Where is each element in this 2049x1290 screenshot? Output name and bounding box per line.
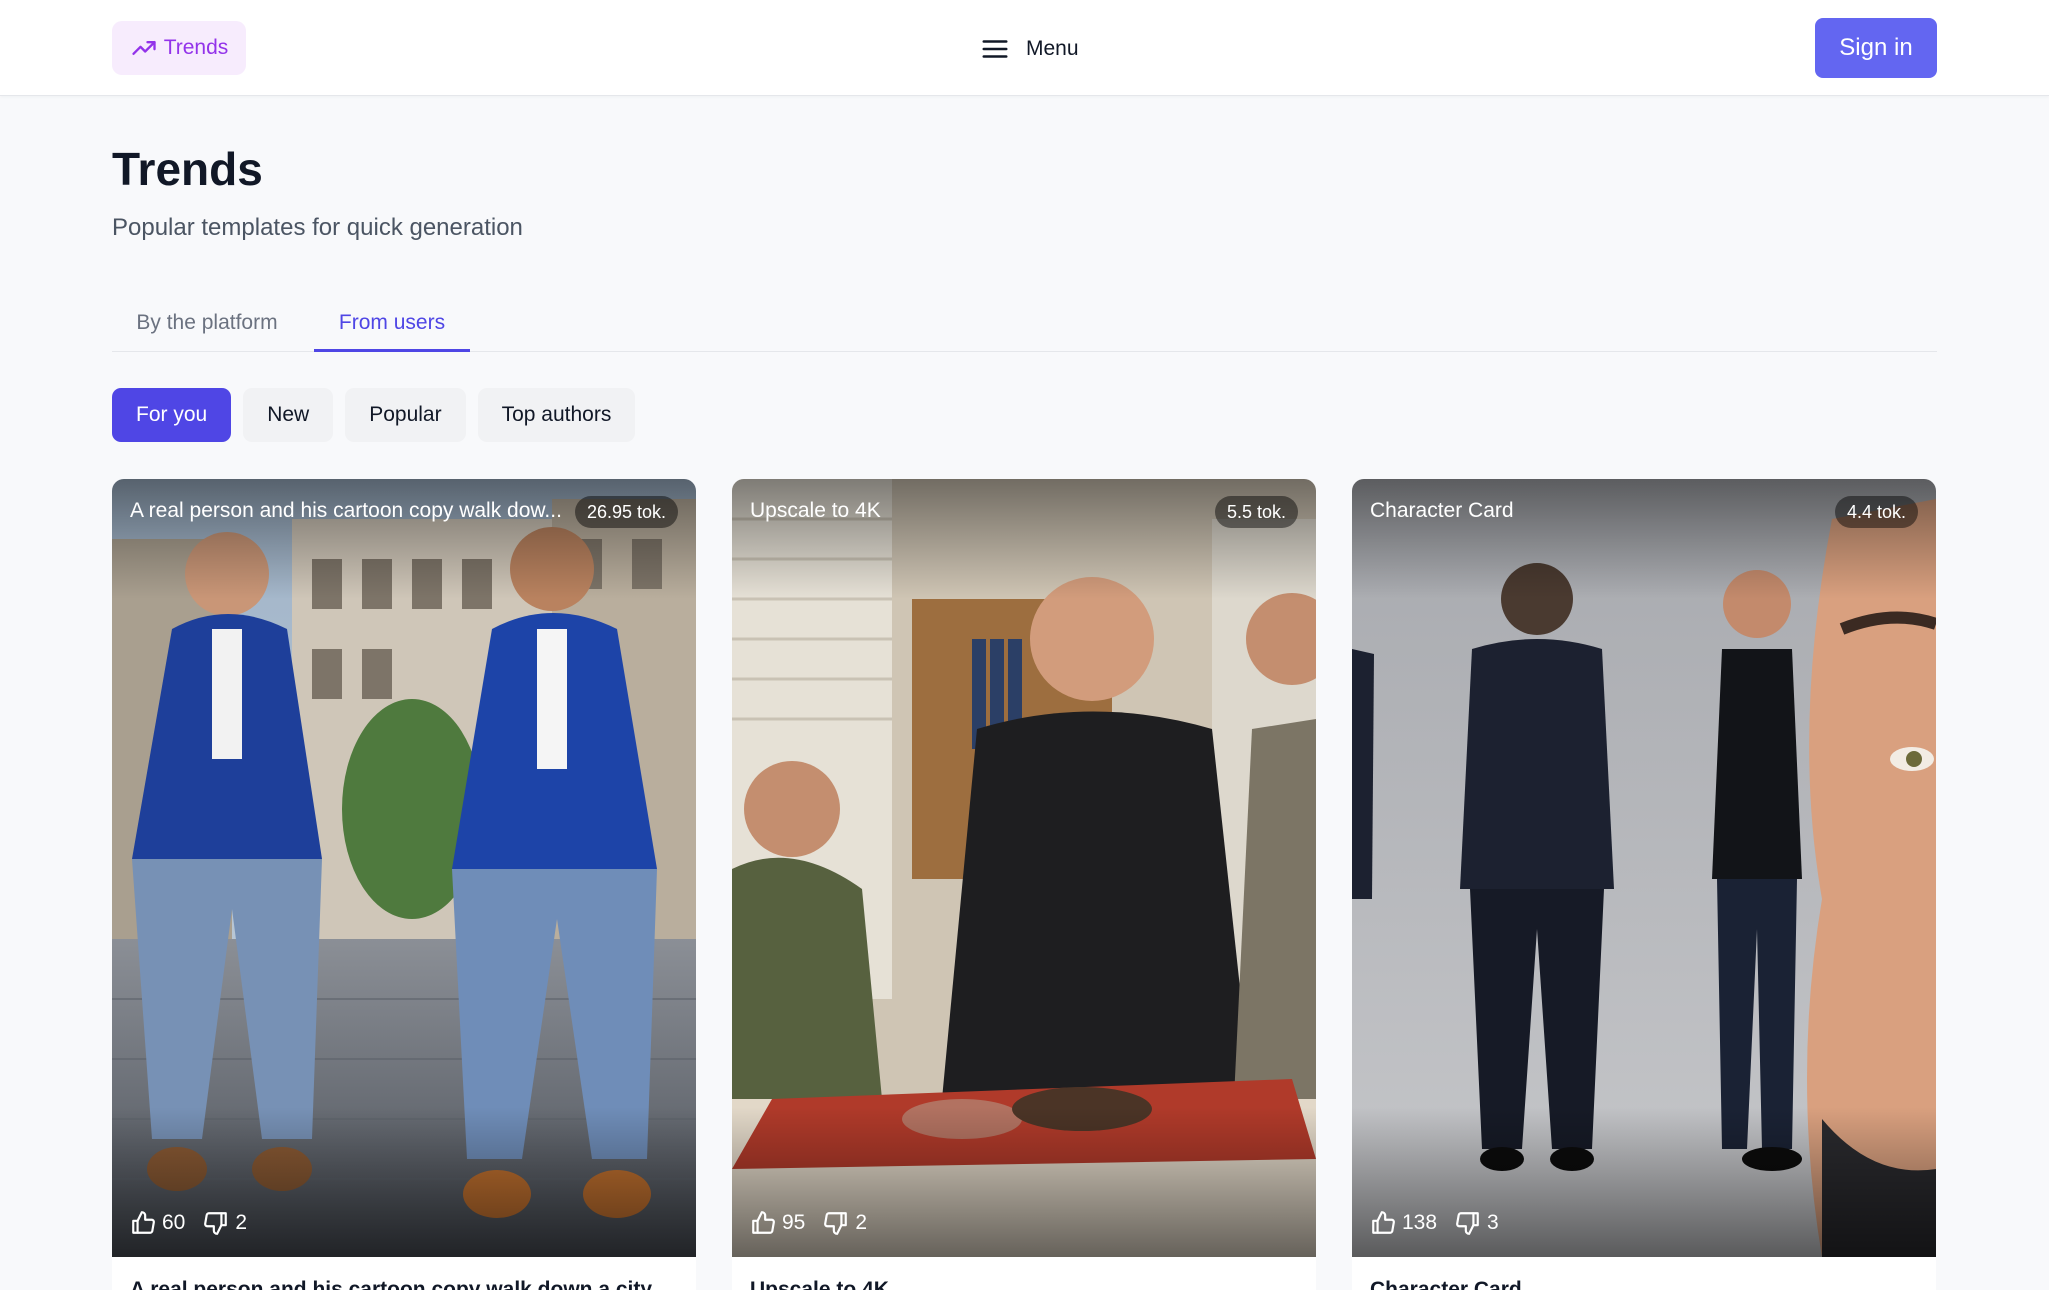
like-count: 95: [782, 1211, 806, 1234]
menu-button[interactable]: Menu: [980, 28, 1079, 70]
template-card[interactable]: Character Card 4.4 tok. 138 3 Character …: [1352, 479, 1936, 1290]
card-caption: Upscale to 4K: [750, 1278, 889, 1290]
thumbs-down-icon: [824, 1212, 848, 1235]
top-navbar: Trends Menu Sign in: [0, 0, 2049, 96]
like-count: 60: [162, 1211, 186, 1234]
template-card[interactable]: A real person and his cartoon copy walk …: [112, 479, 696, 1290]
dislike-button[interactable]: 2: [203, 1210, 247, 1236]
thumbs-up-icon: [752, 1211, 775, 1234]
thumbs-down-icon: [204, 1212, 228, 1235]
token-cost-badge: 5.5 tok.: [1214, 496, 1298, 528]
template-preview-image: [1352, 479, 1936, 1257]
filter-chips: For you New Popular Top authors: [112, 388, 636, 442]
filter-new[interactable]: New: [243, 388, 334, 442]
filter-for-you[interactable]: For you: [112, 388, 232, 442]
thumbs-down-icon: [1456, 1212, 1479, 1235]
dislike-button[interactable]: 2: [823, 1210, 867, 1236]
tab-by-the-platform[interactable]: By the platform: [112, 298, 302, 352]
source-tabs: By the platform From users: [112, 298, 1937, 352]
hamburger-icon: [982, 40, 1008, 58]
like-button[interactable]: 95: [750, 1210, 805, 1236]
card-caption: A real person and his cartoon copy walk …: [130, 1278, 653, 1290]
page-subtitle: Popular templates for quick generation: [112, 214, 523, 241]
sign-in-button[interactable]: Sign in: [1815, 18, 1937, 78]
dislike-count: 2: [855, 1211, 868, 1234]
menu-label: Menu: [1026, 37, 1079, 60]
trends-nav-button[interactable]: Trends: [112, 21, 246, 75]
dislike-count: 2: [235, 1211, 248, 1234]
filter-top-authors[interactable]: Top authors: [477, 388, 636, 442]
card-votes: 138 3: [1370, 1210, 1517, 1236]
card-caption: Character Card: [1370, 1278, 1522, 1290]
token-cost-badge: 26.95 tok.: [574, 496, 678, 528]
card-votes: 60 2: [130, 1210, 265, 1236]
tab-from-users[interactable]: From users: [314, 298, 470, 352]
like-button[interactable]: 60: [130, 1210, 185, 1236]
like-button[interactable]: 138: [1370, 1210, 1437, 1236]
page-title: Trends: [112, 143, 263, 195]
thumbs-up-icon: [132, 1211, 155, 1234]
template-card[interactable]: Upscale to 4K 5.5 tok. 95 2 Upscale to 4…: [732, 479, 1316, 1290]
like-count: 138: [1402, 1211, 1438, 1234]
token-cost-badge: 4.4 tok.: [1834, 496, 1918, 528]
trends-nav-label: Trends: [163, 36, 229, 59]
dislike-button[interactable]: 3: [1455, 1210, 1499, 1236]
card-votes: 95 2: [750, 1210, 885, 1236]
filter-popular[interactable]: Popular: [345, 388, 466, 442]
trending-up-icon: [132, 41, 156, 55]
thumbs-up-icon: [1372, 1211, 1395, 1234]
template-preview-image: [112, 479, 696, 1257]
dislike-count: 3: [1487, 1211, 1499, 1234]
card-overlay-title: Upscale to 4K: [750, 499, 881, 522]
card-overlay-title: A real person and his cartoon copy walk …: [130, 499, 562, 522]
card-overlay-title: Character Card: [1370, 499, 1514, 522]
template-preview-image: [732, 479, 1316, 1257]
